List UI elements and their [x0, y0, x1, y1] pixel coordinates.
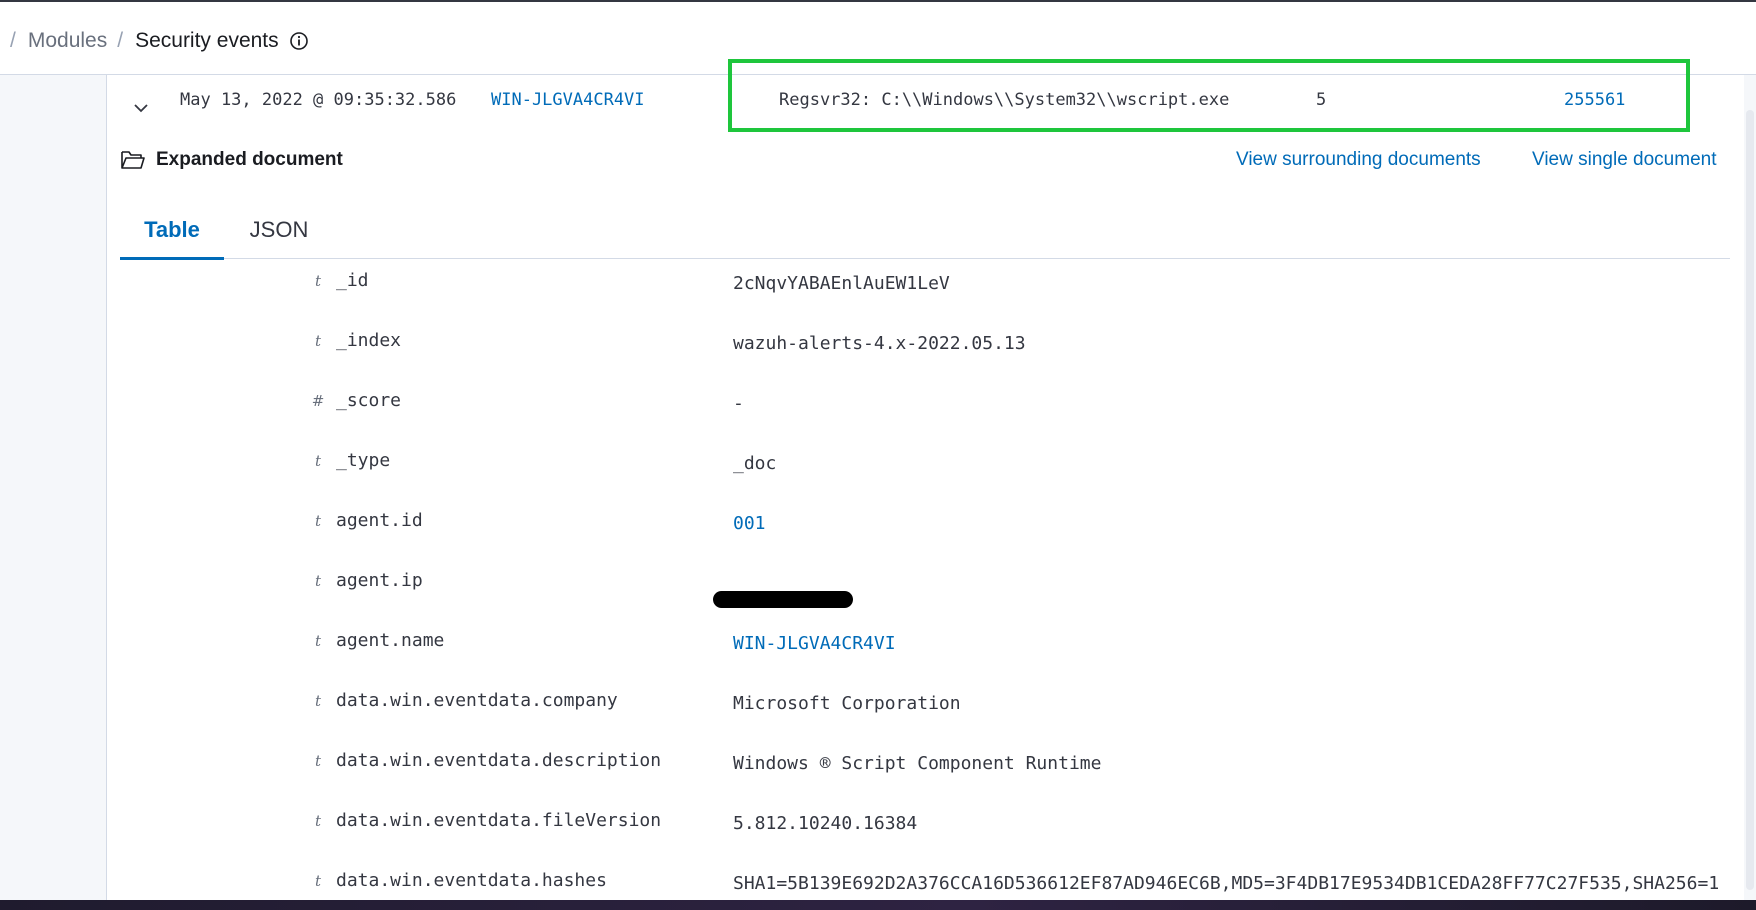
view-surrounding-documents-link[interactable]: View surrounding documents: [1236, 146, 1481, 174]
field-value: Windows ® Script Component Runtime: [733, 753, 1102, 774]
field-row: t _id 2cNqvYABAEnlAuEW1LeV: [108, 260, 1738, 314]
field-type-icon: t: [314, 332, 322, 350]
breadcrumb: / Modules / Security events: [0, 26, 309, 56]
left-sidebar: [0, 75, 107, 900]
field-name: agent.ip: [336, 570, 423, 591]
redaction-mark: [713, 591, 853, 608]
scrollbar-thumb[interactable]: [1746, 110, 1754, 890]
field-row: t data.win.eventdata.fileVersion 5.812.1…: [108, 800, 1738, 854]
field-value: wazuh-alerts-4.x-2022.05.13: [733, 333, 1026, 354]
field-row: t agent.id 001: [108, 500, 1738, 554]
field-type-icon: t: [314, 632, 322, 650]
field-name: _index: [336, 330, 402, 351]
tab-json[interactable]: JSON: [234, 200, 324, 259]
breadcrumb-separator: /: [10, 29, 16, 52]
field-value: Microsoft Corporation: [733, 693, 961, 714]
expanded-document-title: Expanded document: [120, 146, 343, 174]
field-row: # _score -: [108, 380, 1738, 434]
field-value: _doc: [733, 453, 777, 474]
document-tabs: Table JSON: [120, 200, 1730, 260]
field-name: agent.id: [336, 510, 423, 531]
breadcrumb-modules[interactable]: Modules: [28, 29, 107, 53]
field-row: t agent.name WIN-JLGVA4CR4VI: [108, 620, 1738, 674]
field-row: t _index wazuh-alerts-4.x-2022.05.13: [108, 320, 1738, 374]
field-type-icon: #: [311, 392, 325, 410]
folder-open-icon: [120, 149, 146, 171]
field-type-icon: t: [314, 872, 322, 890]
field-row: t data.win.eventdata.company Microsoft C…: [108, 680, 1738, 734]
field-name: data.win.eventdata.description: [336, 750, 662, 771]
field-row: t data.win.eventdata.hashes SHA1=5B139E6…: [108, 860, 1738, 900]
field-row: t data.win.eventdata.description Windows…: [108, 740, 1738, 794]
field-type-icon: t: [314, 692, 322, 710]
breadcrumb-separator: /: [117, 29, 124, 52]
field-name: data.win.eventdata.company: [336, 690, 618, 711]
field-name: _type: [336, 450, 391, 471]
field-type-icon: t: [314, 512, 322, 530]
highlight-box: [728, 59, 1690, 132]
breadcrumb-current: Security events: [135, 29, 279, 52]
field-value: -: [733, 393, 744, 414]
field-value: SHA1=5B139E692D2A376CCA16D536612EF87AD94…: [733, 873, 1720, 894]
tab-table[interactable]: Table: [120, 200, 224, 260]
document-fields-table: t _id 2cNqvYABAEnlAuEW1LeV t _index wazu…: [108, 260, 1738, 900]
view-single-document-link[interactable]: View single document: [1532, 146, 1716, 174]
field-type-icon: t: [314, 452, 322, 470]
field-type-icon: t: [314, 752, 322, 770]
field-name: _id: [336, 270, 369, 291]
document-agent-name[interactable]: WIN-JLGVA4CR4VI: [491, 88, 645, 112]
top-border: [0, 0, 1756, 2]
document-timestamp: May 13, 2022 @ 09:35:32.586: [180, 90, 457, 110]
field-name: agent.name: [336, 630, 445, 651]
field-name: _score: [336, 390, 402, 411]
field-name: data.win.eventdata.fileVersion: [336, 810, 662, 831]
expanded-document-label: Expanded document: [156, 149, 343, 170]
chevron-down-icon[interactable]: [130, 97, 152, 119]
field-type-icon: t: [314, 572, 322, 590]
info-icon[interactable]: [289, 31, 309, 51]
field-value-link[interactable]: 001: [733, 513, 766, 534]
field-row: t agent.ip: [108, 560, 1738, 614]
field-type-icon: t: [314, 272, 322, 290]
taskbar-strip: [0, 900, 1756, 910]
field-name: data.win.eventdata.hashes: [336, 870, 607, 891]
field-type-icon: t: [314, 812, 322, 830]
field-value-link[interactable]: WIN-JLGVA4CR4VI: [733, 633, 896, 654]
field-value: 5.812.10240.16384: [733, 813, 918, 834]
field-row: t _type _doc: [108, 440, 1738, 494]
field-value: 2cNqvYABAEnlAuEW1LeV: [733, 273, 950, 294]
